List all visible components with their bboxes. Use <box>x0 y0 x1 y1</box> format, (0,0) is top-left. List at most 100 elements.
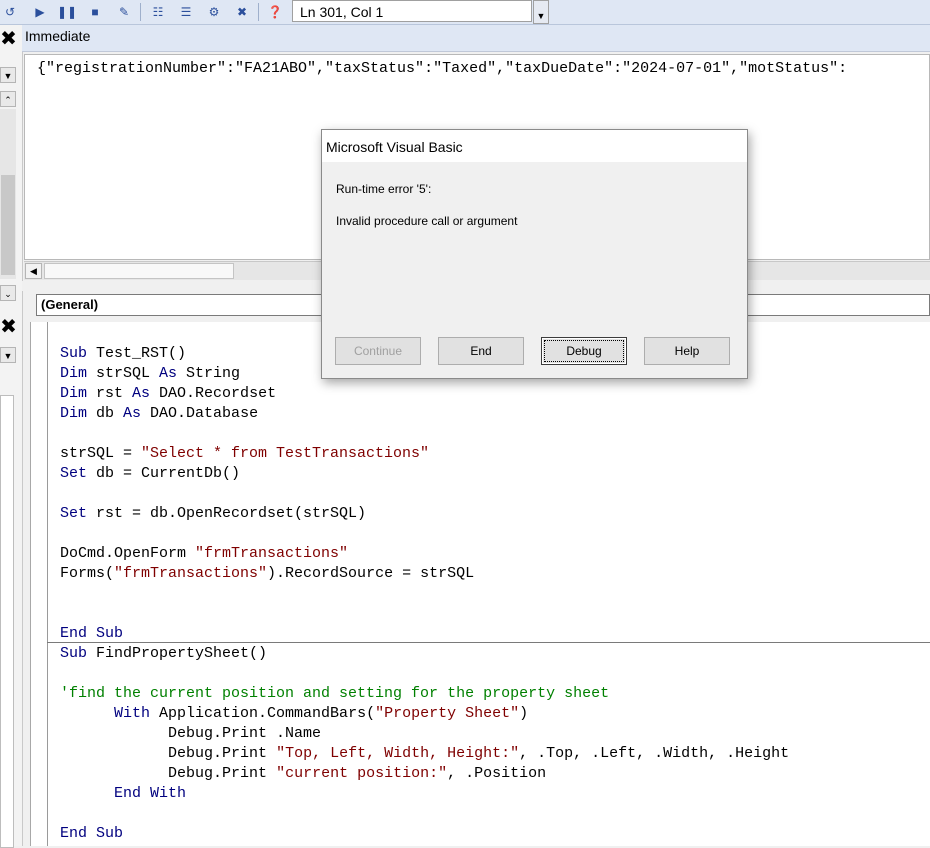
properties-icon[interactable]: ☰ <box>176 2 196 22</box>
help-icon[interactable]: ❓ <box>265 2 285 22</box>
continue-button: Continue <box>335 337 421 365</box>
code-line[interactable]: Debug.Print "current position:", .Positi… <box>60 764 789 784</box>
code-token: "Top, Left, Width, Height:" <box>276 745 520 762</box>
code-line[interactable]: strSQL = "Select * from TestTransactions… <box>60 444 789 464</box>
code-token: End Sub <box>60 825 124 842</box>
code-token: Dim <box>60 385 88 402</box>
code-line[interactable] <box>60 584 789 604</box>
code-token: DoCmd.OpenForm <box>60 545 196 562</box>
scroll-down-icon[interactable]: ⌄ <box>0 285 16 301</box>
code-token: 'find the current position and setting f… <box>60 685 610 702</box>
close-icon[interactable]: ✖ <box>0 28 17 48</box>
code-token: ).RecordSource = strSQL <box>267 565 475 582</box>
code-line[interactable] <box>60 524 789 544</box>
code-token: "Select * from TestTransactions" <box>141 445 430 462</box>
code-line[interactable] <box>60 804 789 824</box>
code-token: Sub <box>60 645 88 662</box>
code-token: "frmTransactions" <box>114 565 268 582</box>
code-token: Test_RST() <box>87 345 187 362</box>
back-icon[interactable]: ↺ <box>0 2 20 22</box>
left-scroll-thumb[interactable] <box>1 175 15 275</box>
code-token: FindPropertySheet() <box>87 645 268 662</box>
code-token: Debug.Print <box>168 745 277 762</box>
code-token: strSQL <box>87 365 160 382</box>
code-token: As <box>159 365 178 382</box>
chevron-down-icon[interactable]: ▼ <box>0 347 16 363</box>
code-token: ) <box>519 705 529 722</box>
toolbar: ↺ ▶ ❚❚ ■ ✎ ☷ ☰ ⚙ ✖ ❓ Ln 301, Col 1 ▼ <box>0 0 930 25</box>
code-token: Debug.Print <box>168 765 277 782</box>
scroll-up-icon[interactable]: ⌃ <box>0 91 16 107</box>
dialog-title: Microsoft Visual Basic <box>322 130 747 162</box>
code-line[interactable] <box>60 424 789 444</box>
code-token: "current position:" <box>276 765 448 782</box>
debug-button[interactable]: Debug <box>541 337 627 365</box>
run-icon[interactable]: ▶ <box>30 2 50 22</box>
break-icon[interactable]: ❚❚ <box>57 2 77 22</box>
code-token: "Property Sheet" <box>375 705 520 722</box>
margin-indicator-bar[interactable] <box>31 322 48 846</box>
toolbar-dropdown-button[interactable]: ▼ <box>533 0 549 24</box>
code-token: End Sub <box>60 625 124 642</box>
code-token: String <box>177 365 241 382</box>
error-code-text: Run-time error '5': <box>336 182 432 196</box>
code-line[interactable]: With Application.CommandBars("Property S… <box>60 704 789 724</box>
error-message-text: Invalid procedure call or argument <box>336 214 518 228</box>
close-icon[interactable]: ✖ <box>0 316 17 336</box>
scroll-left-icon[interactable]: ◀ <box>25 263 42 279</box>
toolbar-separator <box>258 3 259 21</box>
code-line[interactable]: Debug.Print "Top, Left, Width, Height:",… <box>60 744 789 764</box>
code-line[interactable]: 'find the current position and setting f… <box>60 684 789 704</box>
code-line[interactable]: Set db = CurrentDb() <box>60 464 789 484</box>
code-token: Set <box>60 465 88 482</box>
code-token: rst <box>87 385 133 402</box>
code-token: Dim <box>60 365 88 382</box>
cursor-position-box: Ln 301, Col 1 <box>292 0 532 22</box>
error-dialog: Microsoft Visual Basic Run-time error '5… <box>321 129 748 379</box>
code-token: DAO.Database <box>141 405 259 422</box>
code-line[interactable]: End With <box>60 784 789 804</box>
code-pane[interactable]: Sub Test_RST() Dim strSQL As String Dim rs… <box>30 322 930 846</box>
chevron-down-icon[interactable]: ▼ <box>0 67 16 83</box>
code-line[interactable] <box>60 484 789 504</box>
end-button[interactable]: End <box>438 337 524 365</box>
toolbar-separator <box>140 3 141 21</box>
toolbox-icon[interactable]: ✖ <box>232 2 252 22</box>
code-line[interactable]: DoCmd.OpenForm "frmTransactions" <box>60 544 789 564</box>
immediate-output: {"registrationNumber":"FA21ABO","taxStat… <box>37 60 848 77</box>
code-line[interactable]: Dim rst As DAO.Recordset <box>60 384 789 404</box>
project-explorer-icon[interactable]: ☷ <box>148 2 168 22</box>
immediate-title: Immediate <box>22 25 930 52</box>
help-button[interactable]: Help <box>644 337 730 365</box>
object-browser-icon[interactable]: ⚙ <box>204 2 224 22</box>
code-line[interactable]: Debug.Print .Name <box>60 724 789 744</box>
left-pane <box>0 395 14 848</box>
code-token: , .Position <box>447 765 547 782</box>
code-token: Dim <box>60 405 88 422</box>
code-line[interactable]: Dim db As DAO.Database <box>60 404 789 424</box>
reset-icon[interactable]: ■ <box>85 2 105 22</box>
code-lines[interactable]: Sub Test_RST() Dim strSQL As String Dim rs… <box>60 344 789 844</box>
code-token: strSQL = <box>60 445 142 462</box>
code-token: Set <box>60 505 88 522</box>
code-token: "frmTransactions" <box>195 545 349 562</box>
code-token: As <box>132 385 151 402</box>
code-token: db = CurrentDb() <box>87 465 241 482</box>
code-line[interactable]: Sub FindPropertySheet() <box>60 644 789 664</box>
code-line[interactable]: Set rst = db.OpenRecordset(strSQL) <box>60 504 789 524</box>
code-line[interactable]: End Sub <box>60 824 789 844</box>
code-token: With <box>114 705 151 722</box>
hscroll-thumb[interactable] <box>44 263 234 279</box>
code-line[interactable] <box>60 604 789 624</box>
code-line[interactable]: End Sub <box>60 624 789 644</box>
code-line[interactable] <box>60 664 789 684</box>
code-token: DAO.Recordset <box>150 385 277 402</box>
code-token: Debug.Print .Name <box>168 725 322 742</box>
code-token: Application.CommandBars( <box>150 705 376 722</box>
code-line[interactable]: Forms("frmTransactions").RecordSource = … <box>60 564 789 584</box>
design-mode-icon[interactable]: ✎ <box>114 2 134 22</box>
